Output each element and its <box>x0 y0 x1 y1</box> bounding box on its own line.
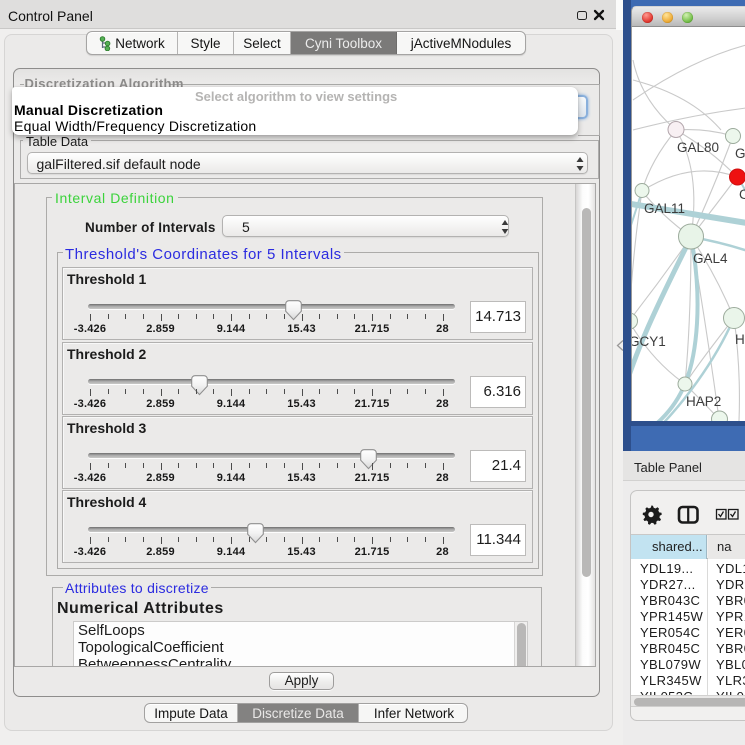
svg-text:GAL11: GAL11 <box>644 201 685 216</box>
svg-text:GAL4: GAL4 <box>693 251 728 266</box>
svg-text:C: C <box>739 187 745 202</box>
svg-text:HAP2: HAP2 <box>686 394 721 409</box>
svg-text:GA: GA <box>735 146 745 161</box>
svg-text:GAL80: GAL80 <box>677 140 719 155</box>
svg-text:GCY1: GCY1 <box>632 334 666 349</box>
svg-text:H: H <box>735 332 745 347</box>
